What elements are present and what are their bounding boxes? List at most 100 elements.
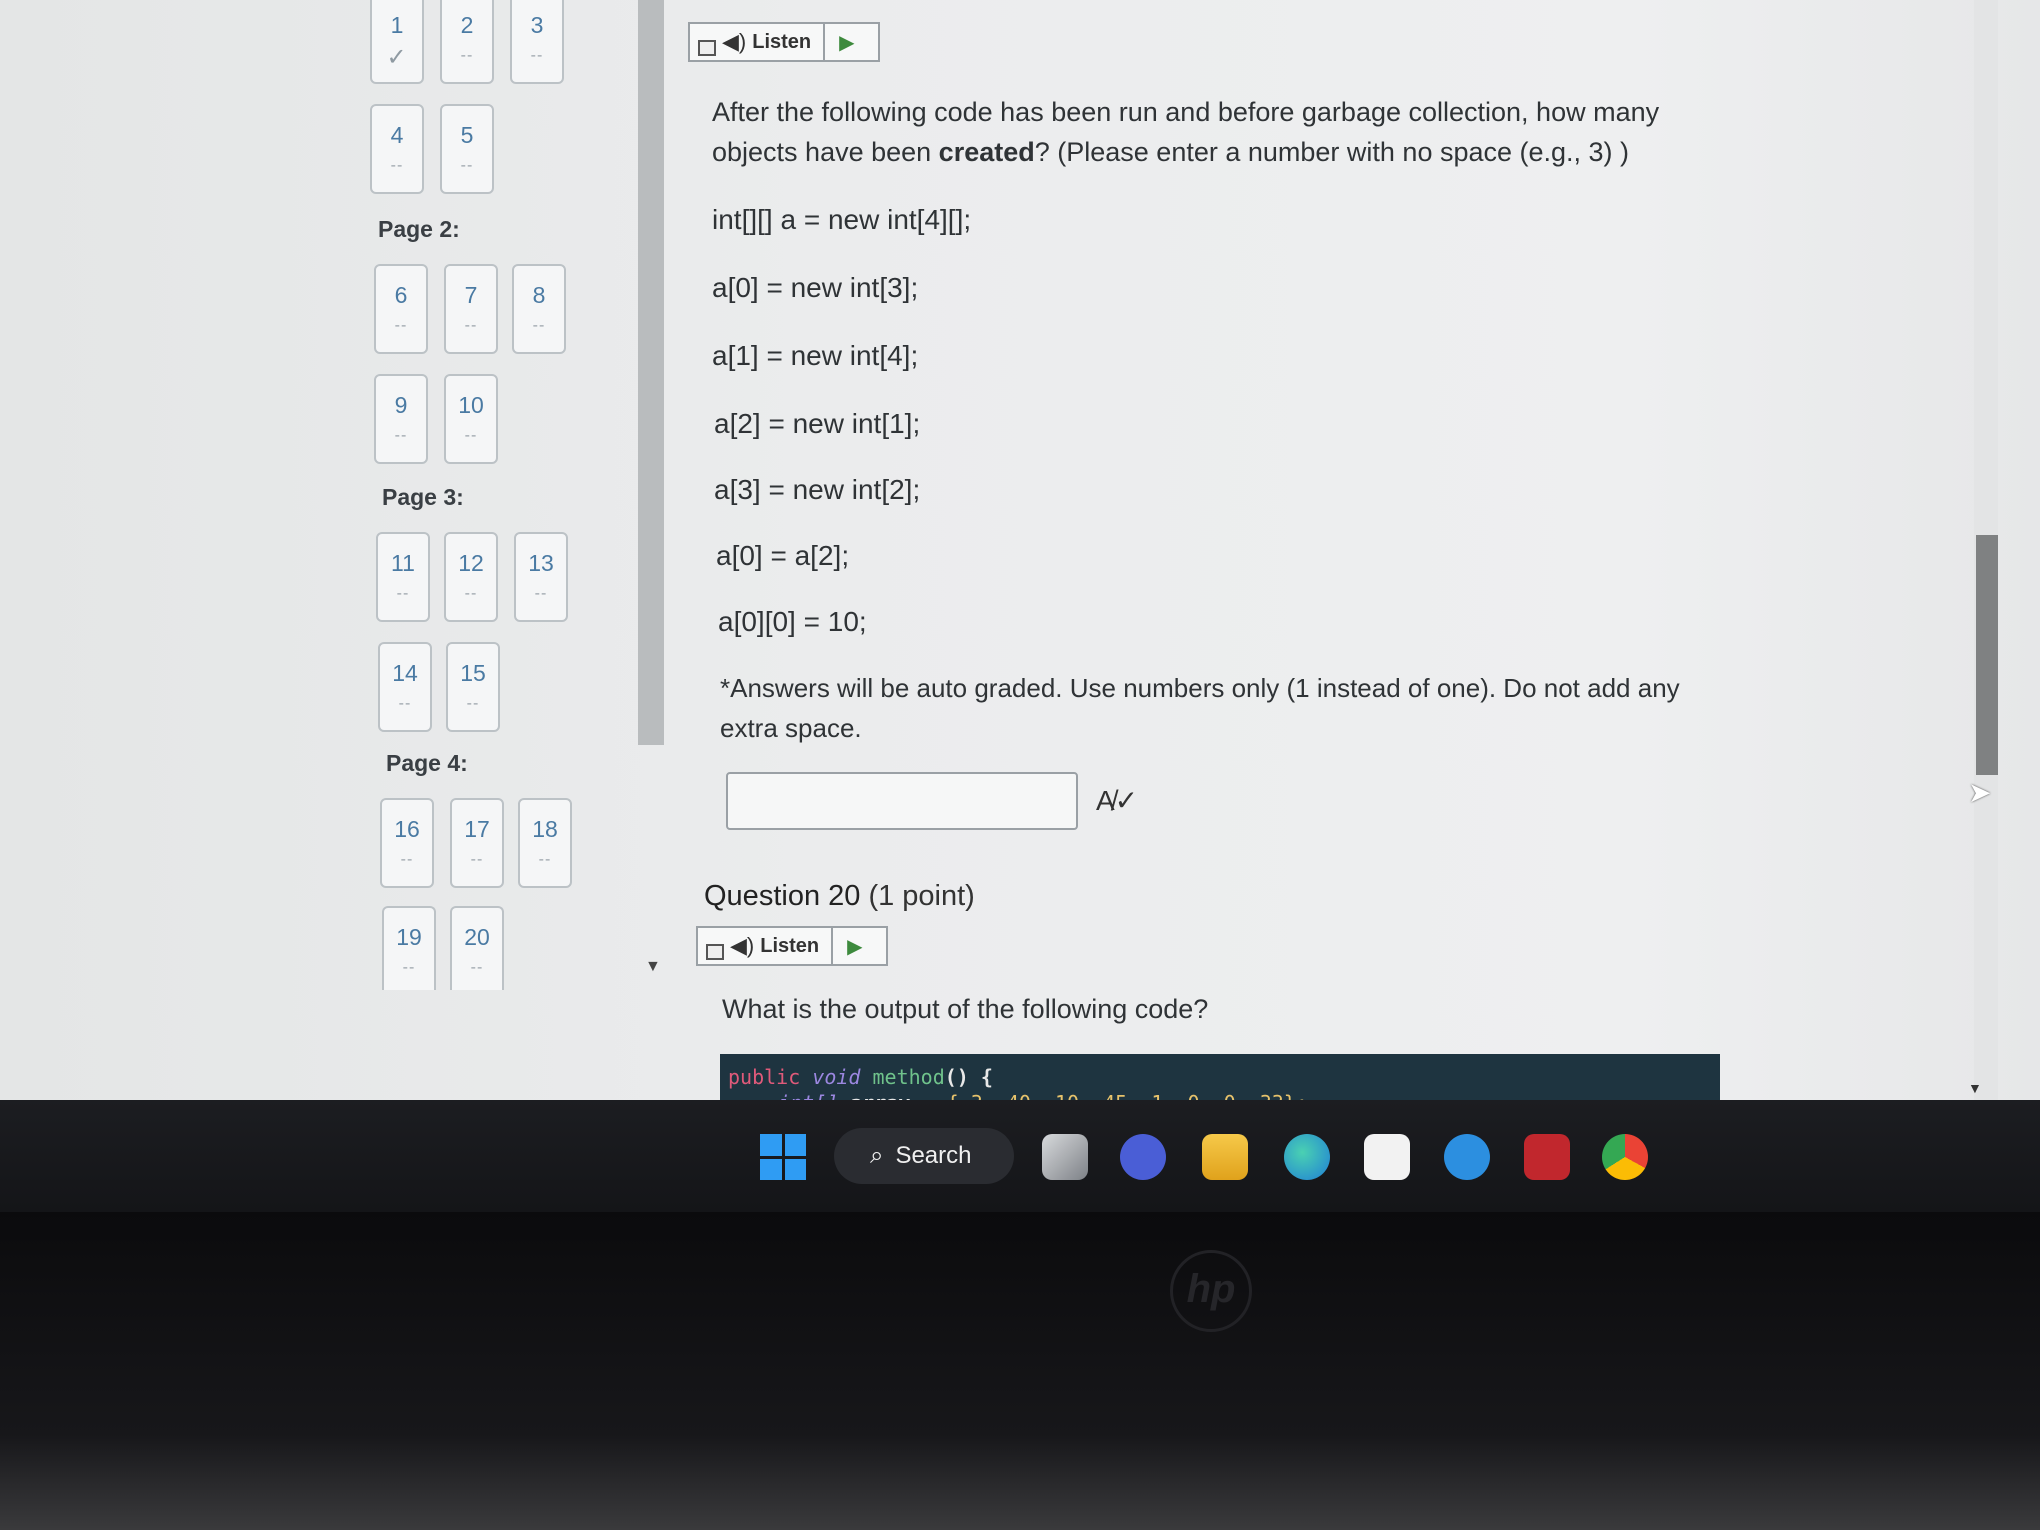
question-20-title: Question 20	[704, 880, 861, 912]
code-block-line-1: public void method() {	[728, 1064, 1712, 1090]
page-scrollbar-thumb[interactable]	[1976, 535, 1998, 775]
mcafee-icon[interactable]	[1524, 1134, 1570, 1180]
answer-input[interactable]	[726, 772, 1078, 830]
nav-scroll-down-icon[interactable]: ▼	[645, 958, 661, 976]
search-label: Search	[895, 1142, 972, 1169]
tile-number: 15	[460, 660, 486, 686]
screen: 1 ✓ 2 -- 3 -- 4 -- 5 -- Page 2: 6 -- 7 -…	[0, 0, 2040, 1130]
laptop-bezel	[0, 1212, 2040, 1530]
question-tile-18[interactable]: 18 --	[518, 798, 572, 888]
question-tile-3[interactable]: 3 --	[510, 0, 564, 84]
question-20-text: What is the output of the following code…	[722, 994, 1209, 1024]
video-call-icon[interactable]	[1120, 1134, 1166, 1180]
code-line-7: a[0][0] = 10;	[718, 606, 867, 637]
listen-label: Listen	[760, 928, 834, 964]
tile-number: 6	[394, 282, 408, 308]
tile-status: --	[470, 851, 484, 868]
code-keyword: public	[728, 1065, 801, 1089]
tile-status: --	[538, 851, 552, 868]
page-4-label: Page 4:	[386, 750, 468, 776]
tile-number: 17	[464, 816, 490, 842]
taskbar: ⌕ Search	[0, 1100, 2040, 1212]
tile-status: --	[400, 851, 414, 868]
file-explorer-icon[interactable]	[1202, 1134, 1248, 1180]
question-tile-12[interactable]: 12 --	[444, 532, 498, 622]
listen-button-q20[interactable]: ◀) Listen ▶	[696, 926, 888, 966]
tile-number: 19	[396, 924, 422, 950]
tile-status: --	[398, 695, 412, 712]
tile-status: --	[396, 585, 410, 602]
page-scroll-down-icon[interactable]: ▼	[1968, 1080, 1982, 1096]
question-20-heading: Question 20 (1 point)	[704, 880, 975, 913]
code-punct: () {	[944, 1065, 993, 1089]
question-tile-8[interactable]: 8 --	[512, 264, 566, 354]
question-tile-7[interactable]: 7 --	[444, 264, 498, 354]
question-text-part: ? (Please enter a number with no space (…	[1034, 137, 1630, 167]
tile-number: 3	[530, 12, 544, 38]
question-content: ◀) Listen ▶ After the following code has…	[688, 0, 1990, 1130]
tile-status: --	[402, 959, 416, 976]
spellcheck-icon[interactable]: A̸✓	[1096, 784, 1138, 817]
tile-status: --	[394, 427, 408, 444]
listen-button-q19[interactable]: ◀) Listen ▶	[688, 22, 880, 62]
chrome-icon[interactable]	[1602, 1134, 1648, 1180]
readspeaker-menu-icon[interactable]	[698, 40, 716, 56]
tile-status: --	[530, 47, 544, 64]
grading-note: *Answers will be auto graded. Use number…	[720, 673, 1680, 743]
tile-status: --	[394, 317, 408, 334]
edge-icon[interactable]	[1284, 1134, 1330, 1180]
tile-number: 9	[394, 392, 408, 418]
tile-status: --	[470, 959, 484, 976]
play-icon[interactable]: ▶	[833, 934, 876, 959]
question-tile-15[interactable]: 15 --	[446, 642, 500, 732]
tile-number: 16	[394, 816, 420, 842]
code-line-2: a[0] = new int[3];	[712, 272, 919, 303]
question-tile-14[interactable]: 14 --	[378, 642, 432, 732]
file-manager-icon[interactable]	[1042, 1134, 1088, 1180]
code-type: void	[812, 1065, 861, 1089]
tile-number: 13	[528, 550, 554, 576]
question-tile-5[interactable]: 5 --	[440, 104, 494, 194]
tile-status: --	[464, 317, 478, 334]
tile-number: 5	[460, 122, 474, 148]
question-19-text: After the following code has been run an…	[712, 92, 1712, 172]
tile-number: 10	[458, 392, 484, 418]
mouse-cursor-icon: ➤	[1968, 777, 1992, 808]
store-icon[interactable]	[1364, 1134, 1410, 1180]
question-tile-19[interactable]: 19 --	[382, 906, 436, 990]
question-text-bold: created	[938, 137, 1035, 167]
nav-scrollbar[interactable]	[638, 0, 664, 745]
question-tile-4[interactable]: 4 --	[370, 104, 424, 194]
tile-status: --	[390, 157, 404, 174]
answered-check-icon: ✓	[386, 44, 408, 71]
windows-start-icon[interactable]	[760, 1134, 806, 1180]
readspeaker-menu-icon[interactable]	[706, 944, 724, 960]
help-icon[interactable]	[1444, 1134, 1490, 1180]
taskbar-search[interactable]: ⌕ Search	[834, 1128, 1014, 1184]
play-icon[interactable]: ▶	[825, 30, 868, 55]
tile-number: 1	[390, 12, 404, 38]
question-tile-13[interactable]: 13 --	[514, 532, 568, 622]
question-tile-1[interactable]: 1 ✓	[370, 0, 424, 84]
tile-number: 20	[464, 924, 490, 950]
question-tile-16[interactable]: 16 --	[380, 798, 434, 888]
tile-status: --	[534, 585, 548, 602]
question-tile-10[interactable]: 10 --	[444, 374, 498, 464]
listen-label: Listen	[752, 24, 826, 60]
tile-status: --	[532, 317, 546, 334]
question-navigator: 1 ✓ 2 -- 3 -- 4 -- 5 -- Page 2: 6 -- 7 -…	[370, 0, 630, 990]
speaker-icon: ◀)	[730, 933, 755, 958]
question-20-points: (1 point)	[868, 880, 975, 912]
tile-status: --	[464, 427, 478, 444]
question-tile-17[interactable]: 17 --	[450, 798, 504, 888]
question-tile-2[interactable]: 2 --	[440, 0, 494, 84]
tile-status: --	[464, 585, 478, 602]
tile-number: 8	[532, 282, 546, 308]
question-tile-9[interactable]: 9 --	[374, 374, 428, 464]
question-tile-11[interactable]: 11 --	[376, 532, 430, 622]
tile-number: 14	[392, 660, 418, 686]
question-tile-6[interactable]: 6 --	[374, 264, 428, 354]
speaker-icon: ◀)	[722, 29, 747, 54]
question-tile-20[interactable]: 20 --	[450, 906, 504, 990]
code-function: method	[872, 1065, 945, 1089]
